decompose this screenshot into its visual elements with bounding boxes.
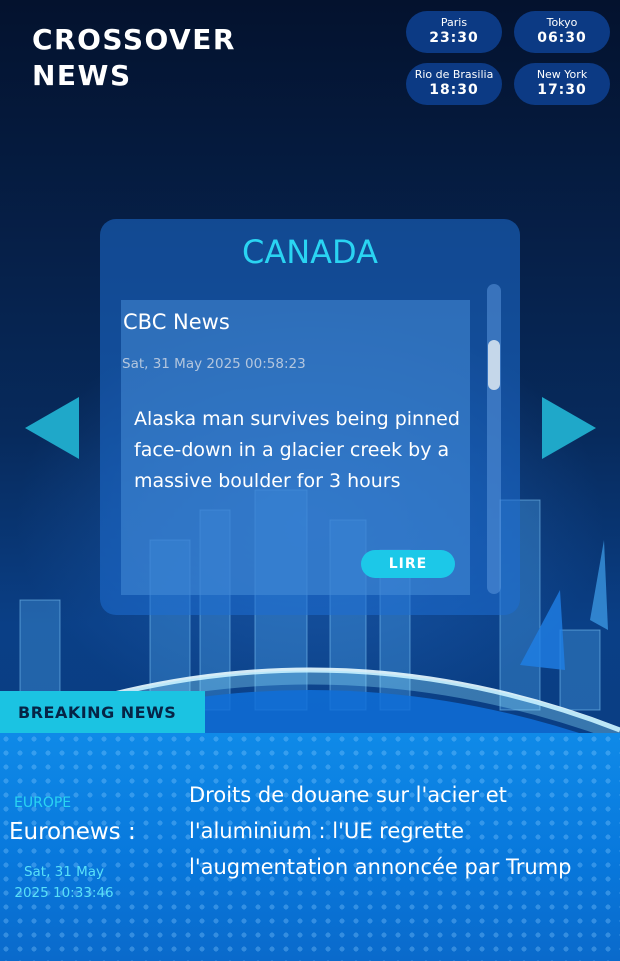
breaking-headline[interactable]: Droits de douane sur l'acier et l'alumin… (189, 777, 609, 885)
clock-paris: Paris 23:30 (406, 11, 502, 53)
scrollbar-thumb[interactable] (488, 340, 500, 390)
breaking-source: Euronews : (9, 819, 136, 845)
clock-time: 23:30 (429, 30, 479, 46)
news-headline: Alaska man survives being pinned face-do… (134, 408, 460, 492)
news-item: CBC News Sat, 31 May 2025 00:58:23 Alask… (121, 300, 470, 595)
news-date: Sat, 31 May 2025 00:58:23 (122, 356, 306, 372)
clock-new-york: New York 17:30 (514, 63, 610, 105)
scrollbar[interactable] (487, 284, 501, 594)
prev-arrow-button[interactable] (25, 397, 79, 459)
clock-tokyo: Tokyo 06:30 (514, 11, 610, 53)
breaking-news-panel[interactable]: EUROPE Euronews : Sat, 31 May 2025 10:33… (0, 733, 620, 961)
clock-city: Paris (440, 16, 468, 29)
next-arrow-button[interactable] (542, 397, 596, 459)
read-button[interactable]: LIRE (361, 550, 455, 578)
news-card: CANADA CBC News Sat, 31 May 2025 00:58:2… (100, 219, 520, 615)
clock-city: Rio de Brasilia (414, 68, 494, 81)
app-title: CROSSOVER NEWS (32, 22, 236, 94)
clock-city: Tokyo (546, 16, 578, 29)
clock-time: 06:30 (537, 30, 587, 46)
breaking-news-tab: BREAKING NEWS (0, 691, 205, 733)
app-title-line2: NEWS (32, 59, 132, 92)
clock-rio: Rio de Brasilia 18:30 (406, 63, 502, 105)
card-region-title: CANADA (241, 233, 379, 271)
breaking-region: EUROPE (14, 795, 72, 811)
app-title-line1: CROSSOVER (32, 23, 236, 56)
news-source: CBC News (123, 310, 230, 334)
clock-city: New York (536, 68, 588, 81)
clock-time: 18:30 (429, 82, 479, 98)
clock-time: 17:30 (537, 82, 587, 98)
breaking-date: Sat, 31 May 2025 10:33:46 (14, 864, 114, 901)
